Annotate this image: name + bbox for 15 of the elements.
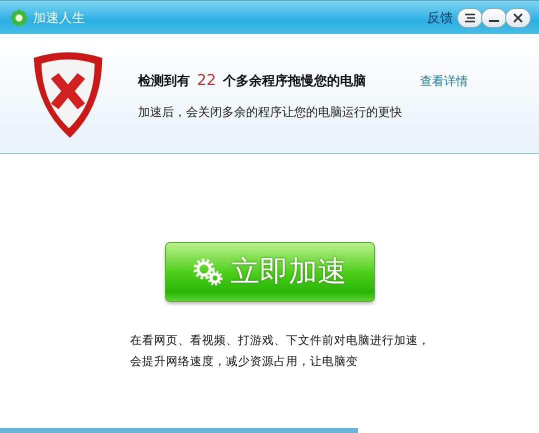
alert-subtitle: 加速后，会关闭多余的程序让您的电脑运行的更快 (138, 104, 403, 120)
description-line: 在看网页、看视频、打游戏、下文件前对电脑进行加速， (130, 332, 430, 349)
details-link[interactable]: 查看详情 (420, 72, 468, 90)
menu-button[interactable] (457, 8, 483, 28)
minimize-icon (488, 20, 500, 22)
alert-headline: 检测到有 22 个多余程序拖慢您的电脑 (138, 70, 368, 90)
close-icon (512, 12, 524, 22)
feedback-link[interactable]: 反馈 (427, 8, 453, 26)
gears-icon (192, 257, 222, 287)
close-button[interactable] (505, 8, 531, 28)
minimize-button[interactable] (481, 8, 507, 28)
menu-icon (464, 12, 476, 22)
flower-icon (10, 8, 28, 26)
window-title: 加速人生 (33, 10, 85, 26)
description-line: 会提升网络速度，减少资源占用，让电脑变 (130, 353, 359, 370)
